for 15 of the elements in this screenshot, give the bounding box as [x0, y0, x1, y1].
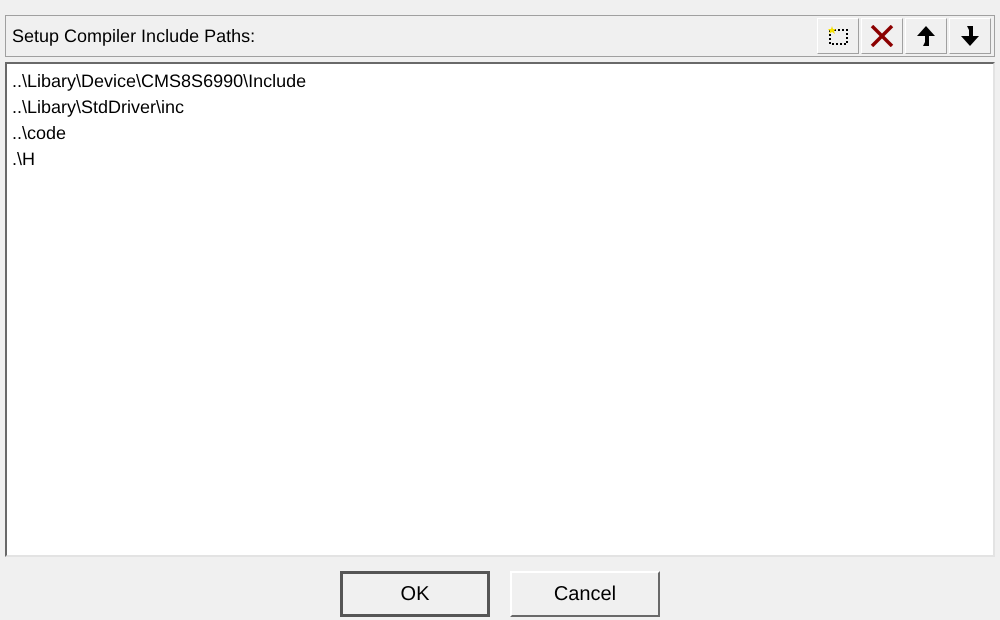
path-item[interactable]: ..\code [12, 120, 993, 146]
path-item[interactable]: ..\Libary\StdDriver\inc [12, 94, 993, 120]
dialog-button[interactable]: Cancel [510, 571, 660, 617]
down-arrow-icon [960, 25, 980, 47]
path-item[interactable]: ..\Libary\Device\CMS8S6990\Include [12, 68, 993, 94]
toolbar-button[interactable] [949, 18, 991, 54]
toolbar-button[interactable] [817, 18, 859, 54]
up-arrow-icon [916, 25, 936, 47]
include-paths-label: Setup Compiler Include Paths: [12, 24, 256, 48]
new-item-icon [826, 25, 850, 47]
toolbar-button[interactable] [861, 18, 903, 54]
toolbar-button[interactable] [905, 18, 947, 54]
dialog-button[interactable]: OK [340, 571, 490, 617]
path-item[interactable]: .\H [12, 146, 993, 172]
delete-icon [870, 25, 894, 47]
